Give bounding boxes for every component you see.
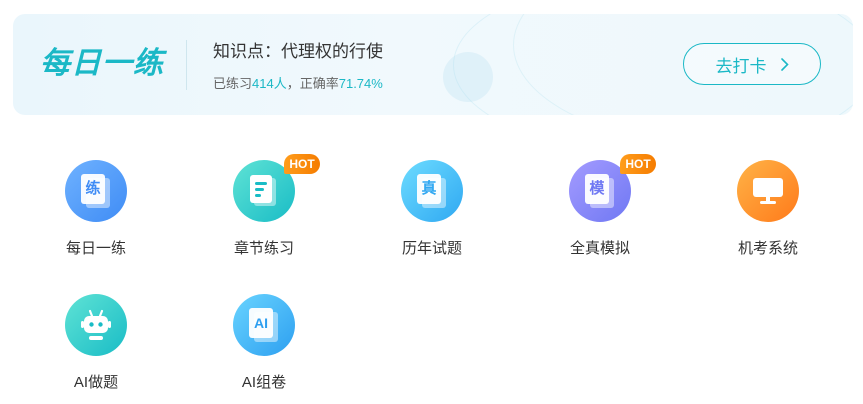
chevron-right-icon [780,57,789,71]
practice-stats: 已练习414人，正确率71.74% [213,75,383,93]
checkin-button[interactable]: 去打卡 [683,43,821,85]
hot-badge: HOT [620,154,656,174]
tile-chapter-practice[interactable]: HOT 章节练习 [201,154,321,270]
tile-mock-exam[interactable]: 模 HOT 全真模拟 [537,154,657,270]
tile-daily-practice[interactable]: 练 每日一练 [33,160,153,270]
tile-label: AI做题 [73,374,119,391]
practice-book-icon: 练 [65,160,127,222]
checkin-label: 去打卡 [715,56,767,76]
tile-label: 全真模拟 [569,240,630,257]
tile-label: 章节练习 [233,240,294,257]
ai-paper-icon: AI [233,294,295,356]
stats-count: 414人 [252,76,287,91]
stats-rate: 71.74% [338,76,383,91]
computer-monitor-icon [737,160,799,222]
robot-icon [65,294,127,356]
daily-practice-banner: 每日一练 知识点：代理权的行使 已练习414人，正确率71.74% 去打卡 [13,14,853,115]
tile-ai-paper[interactable]: AI AI组卷 [201,294,321,404]
banner-divider [186,40,187,90]
banner-brand-title: 每日一练 [40,47,164,80]
stats-prefix: 已练习 [213,76,253,91]
tile-label: 机考系统 [737,240,798,257]
banner-decoration [443,52,493,102]
tile-label: 历年试题 [401,240,462,257]
tile-computer-exam[interactable]: 机考系统 [705,160,825,270]
stats-mid: ，正确率 [286,76,339,91]
tile-label: AI组卷 [241,374,287,391]
knowledge-point-title: 知识点：代理权的行使 [213,42,383,61]
hot-badge: HOT [284,154,320,174]
tile-label: 每日一练 [65,240,126,257]
tile-past-exams[interactable]: 真 历年试题 [369,160,489,270]
past-exams-book-icon: 真 [401,160,463,222]
tile-ai-practice[interactable]: AI做题 [33,294,153,404]
